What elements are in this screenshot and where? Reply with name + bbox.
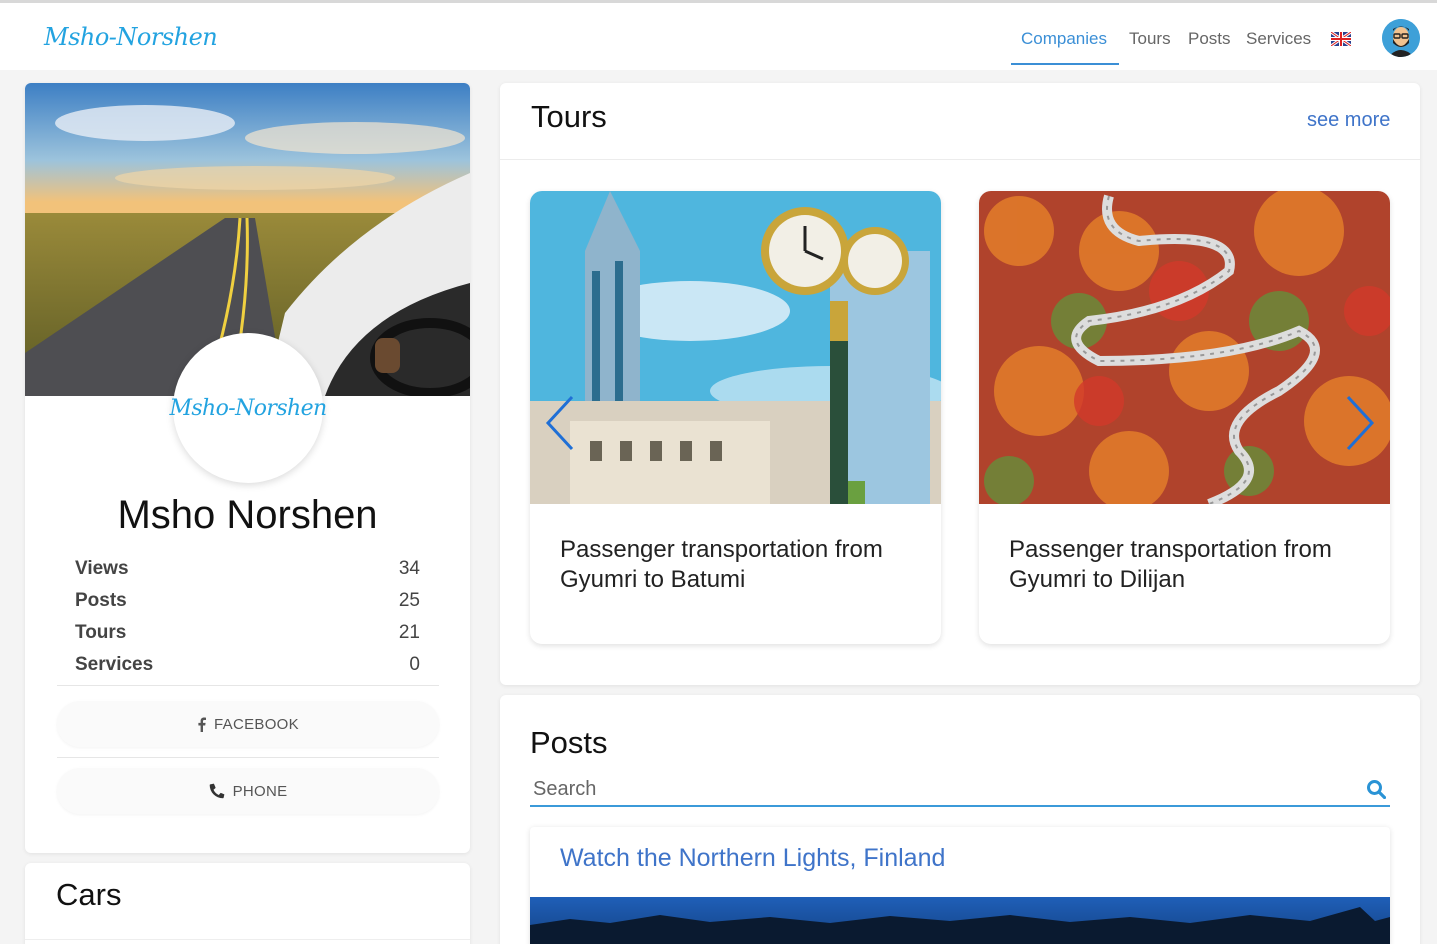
uk-flag-icon[interactable] [1331,32,1351,46]
tours-title: Tours [531,99,607,134]
stat-value: 34 [398,558,420,579]
stat-views: Views 34 [75,553,420,585]
divider [57,757,439,758]
tour-card[interactable]: Passenger transportation from Gyumri to … [530,191,941,644]
company-logo-text: Msho-Norshen [169,395,327,421]
tour-title: Passenger transportation from Gyumri to … [1009,536,1332,593]
stat-value: 25 [398,590,420,611]
phone-icon [209,783,225,799]
search-input[interactable] [530,773,1350,805]
stat-services: Services 0 [75,649,420,681]
nav-active-indicator [1011,63,1119,65]
posts-search [530,773,1390,807]
nav-posts[interactable]: Posts [1188,29,1231,49]
company-profile-card: Msho-Norshen Msho Norshen Views 34 Posts… [25,83,470,853]
see-more-link[interactable]: see more [1307,109,1390,132]
phone-label: PHONE [232,782,288,800]
stat-label: Services [75,654,154,675]
stat-posts: Posts 25 [75,585,420,617]
stat-label: Views [75,558,129,579]
carousel-next-icon[interactable] [1342,393,1378,453]
user-avatar[interactable] [1382,19,1420,57]
stat-label: Tours [75,622,127,643]
company-name: Msho Norshen [117,493,378,537]
post-title[interactable]: Watch the Northern Lights, Finland [560,844,945,873]
phone-button[interactable]: PHONE [57,768,439,814]
post-card[interactable]: Watch the Northern Lights, Finland [530,827,1390,944]
post-image [530,897,1390,944]
navbar: Msho-Norshen Companies Tours Posts Servi… [0,3,1437,70]
search-icon[interactable] [1366,779,1386,799]
posts-card: Posts Watch the Northern Lights, Finland [500,695,1420,944]
divider [500,159,1420,160]
company-logo: Msho-Norshen [169,333,327,483]
nav-companies[interactable]: Companies [1021,29,1107,49]
tour-title: Passenger transportation from Gyumri to … [560,536,883,593]
site-logo[interactable]: Msho-Norshen [44,23,218,51]
divider [25,939,470,940]
stat-label: Posts [75,590,127,611]
tour-image [979,191,1390,504]
stat-tours: Tours 21 [75,617,420,649]
nav-tours[interactable]: Tours [1129,29,1171,49]
stat-value: 0 [409,654,420,675]
posts-title: Posts [530,725,608,760]
tour-image [530,191,941,504]
cars-card: Cars [25,863,470,944]
stat-value: 21 [398,622,420,643]
divider [57,685,439,686]
tours-card: Tours see more Passenger transportation … [500,83,1420,685]
carousel-prev-icon[interactable] [542,393,578,453]
tour-card[interactable]: Passenger transportation from Gyumri to … [979,191,1390,644]
facebook-icon [197,717,207,732]
nav-services[interactable]: Services [1246,29,1311,49]
company-stats: Views 34 Posts 25 Tours 21 Services 0 [75,553,420,681]
cars-title: Cars [56,877,122,912]
facebook-label: FACEBOOK [214,715,299,733]
facebook-button[interactable]: FACEBOOK [57,701,439,747]
